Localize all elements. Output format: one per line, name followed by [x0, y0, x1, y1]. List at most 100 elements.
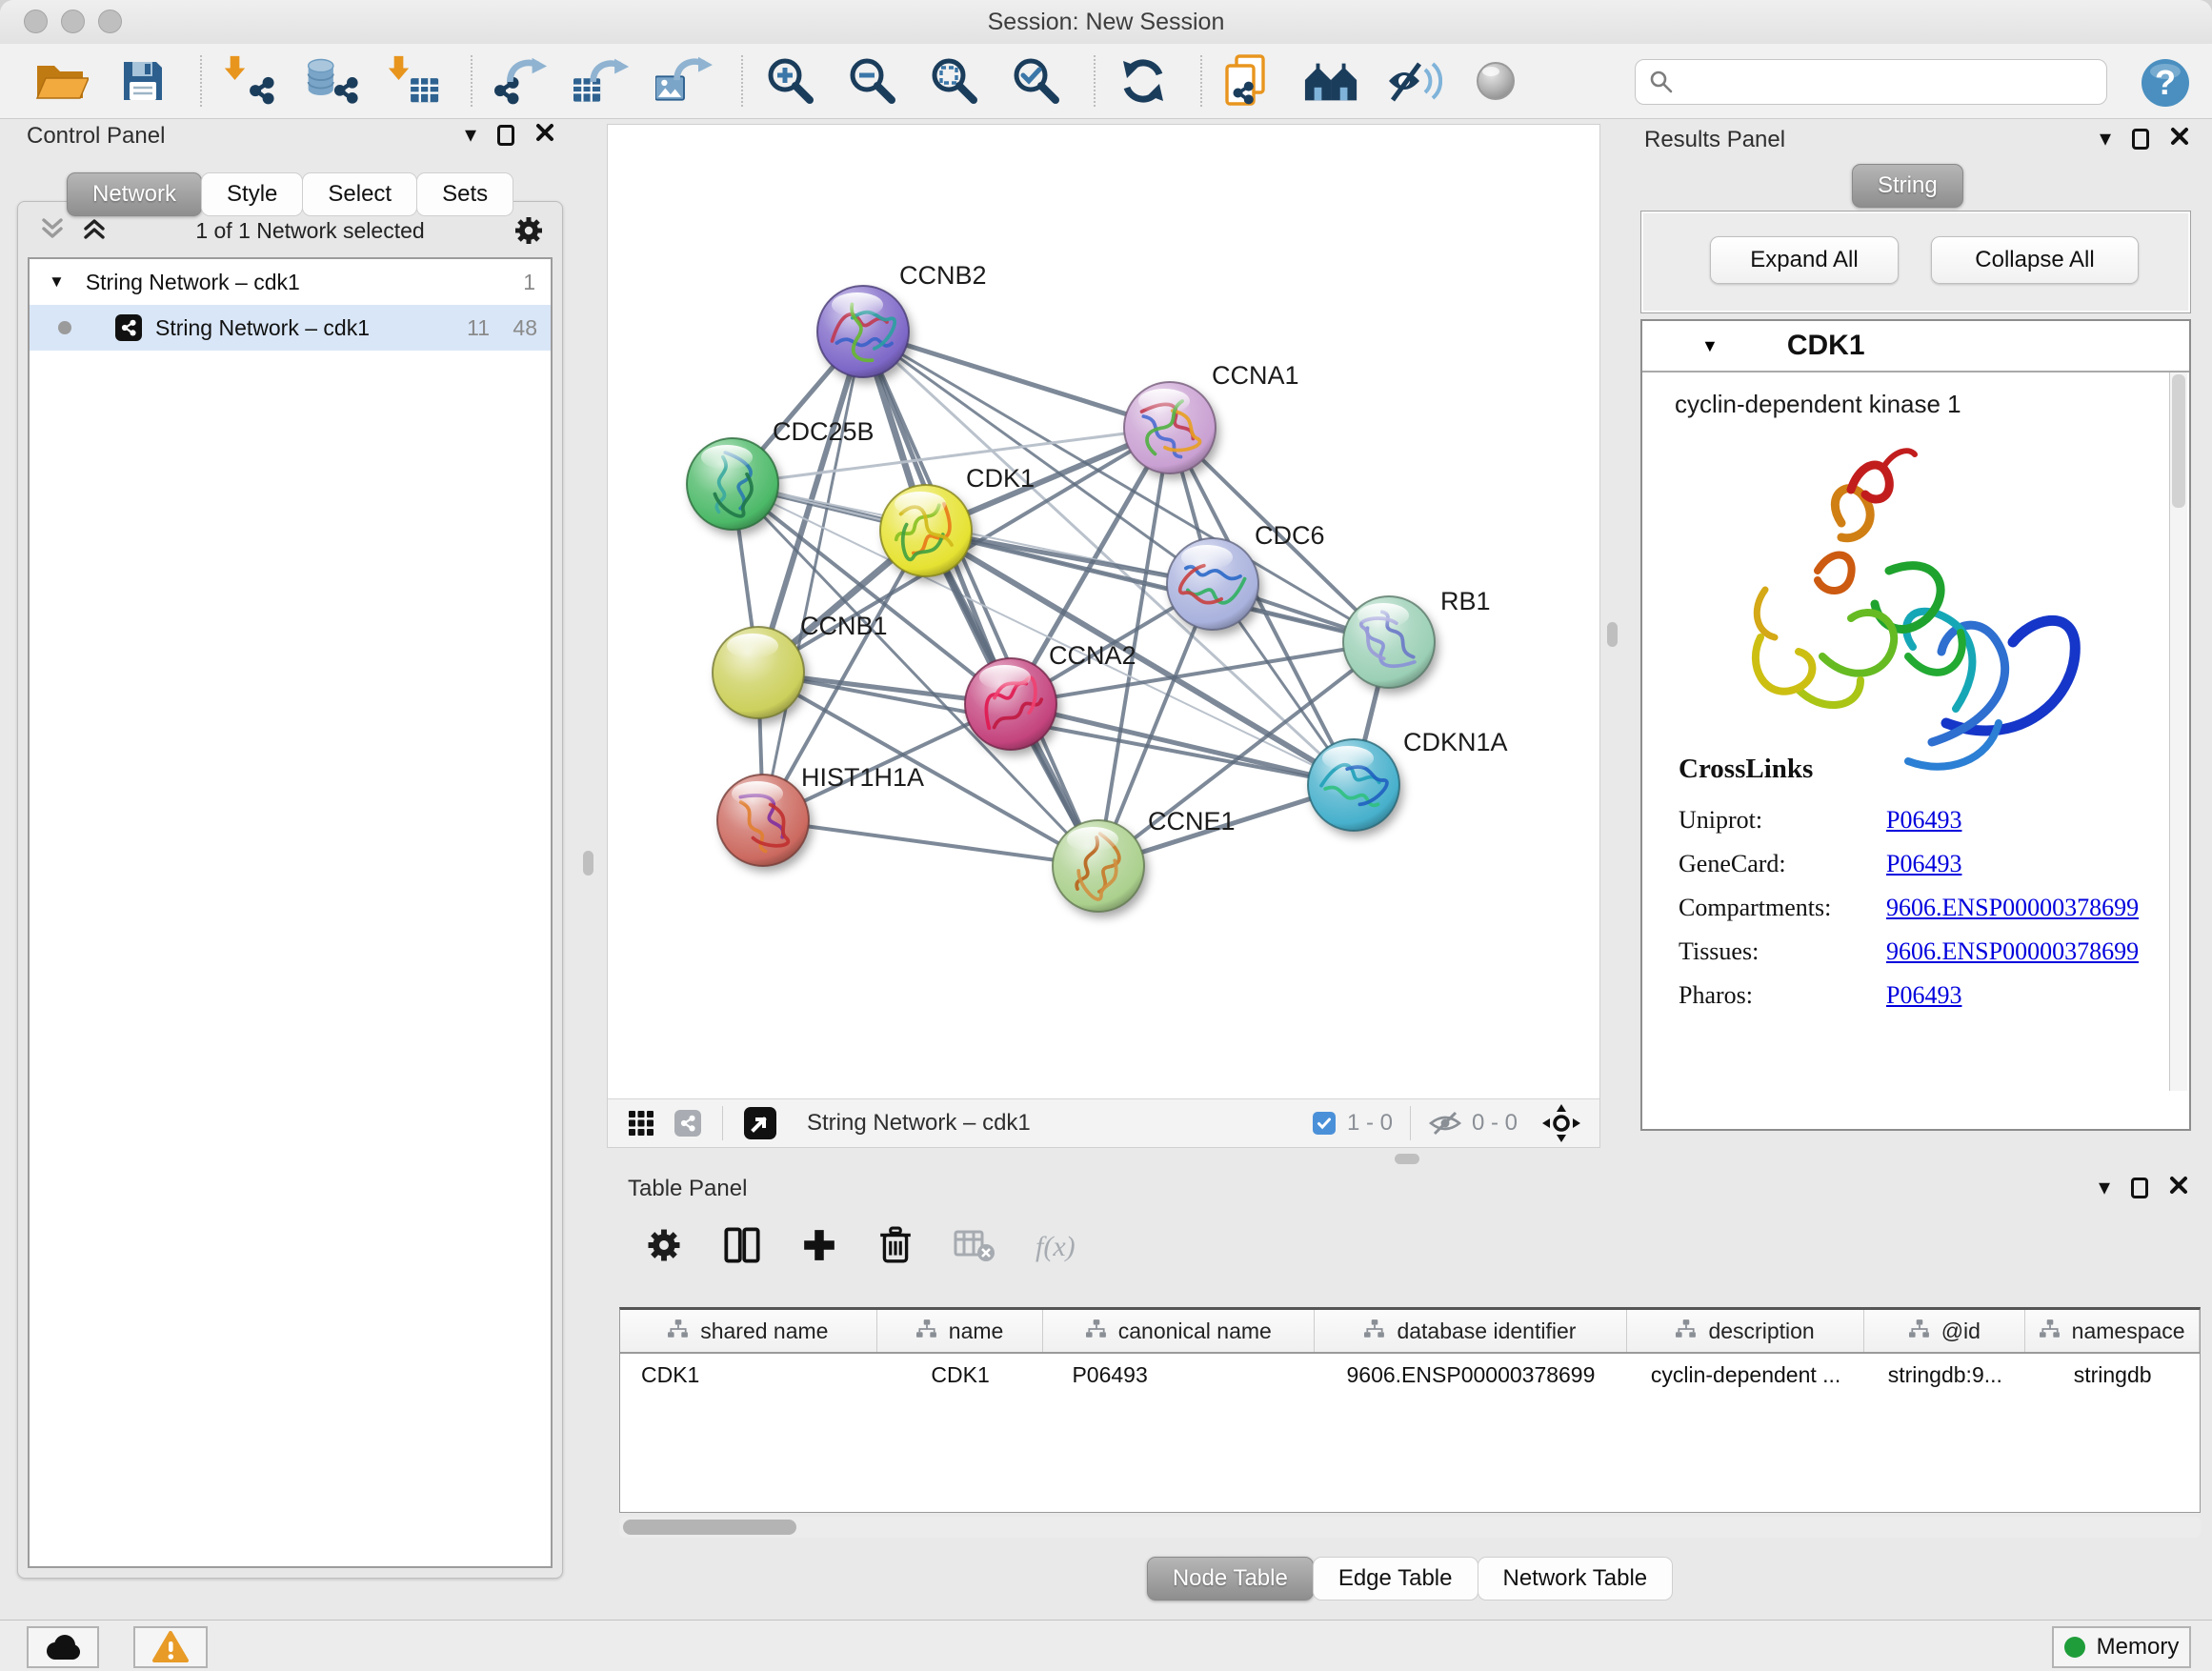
crosslink-link[interactable]: P06493 — [1886, 850, 1961, 878]
close-panel-icon[interactable] — [2170, 127, 2189, 151]
float-panel-icon[interactable] — [497, 125, 514, 146]
network-canvas[interactable]: CCNB2 CCNA1 CDC25B CDK1 CDC6 RB1 CCNB1 C… — [608, 125, 1599, 1099]
results-scrollbar[interactable] — [2169, 372, 2187, 1091]
toolbar-separator — [1200, 55, 1202, 107]
network-node-CCNB1[interactable]: CCNB1 — [713, 612, 888, 718]
zoom-fit-icon[interactable] — [926, 52, 983, 110]
tab-node-table[interactable]: Node Table — [1147, 1557, 1314, 1601]
network-options-gear-icon[interactable] — [513, 214, 545, 247]
right-splitter-handle[interactable] — [1607, 622, 1618, 647]
scrollbar-thumb[interactable] — [623, 1520, 796, 1535]
help-button[interactable]: ? — [2141, 58, 2190, 108]
crosslink-link[interactable]: P06493 — [1886, 806, 1961, 835]
collapse-all-button[interactable]: Collapse All — [1931, 236, 2139, 284]
tab-network[interactable]: Network — [67, 172, 202, 216]
column-header-id[interactable]: @id — [1864, 1310, 2025, 1352]
left-splitter-handle[interactable] — [583, 851, 593, 876]
table-horizontal-scrollbar[interactable] — [619, 1517, 2201, 1538]
tab-style[interactable]: Style — [201, 172, 303, 216]
table-toolbar: f(x) — [645, 1216, 1076, 1278]
control-panel-title: Control Panel — [27, 123, 165, 150]
collapse-all-networks-icon[interactable] — [39, 215, 66, 247]
network-share-icon[interactable] — [674, 1110, 701, 1137]
network-row[interactable]: String Network – cdk1 11 48 — [30, 305, 551, 351]
horizontal-splitter-handle[interactable] — [1395, 1154, 1419, 1164]
section-expand-icon[interactable]: ▼ — [1701, 336, 1719, 356]
tab-edge-table[interactable]: Edge Table — [1313, 1557, 1478, 1601]
tab-network-table[interactable]: Network Table — [1478, 1557, 1674, 1601]
import-network-database-icon[interactable] — [303, 52, 360, 110]
network-node-CDKN1A[interactable]: CDKN1A — [1308, 728, 1508, 831]
zoom-selected-icon[interactable] — [1008, 52, 1065, 110]
zoom-in-icon[interactable] — [762, 52, 819, 110]
network-node-HIST1H1A[interactable]: HIST1H1A — [717, 763, 924, 866]
column-header-namespace[interactable]: namespace — [2025, 1310, 2200, 1352]
zoom-out-icon[interactable] — [844, 52, 901, 110]
cloud-button[interactable] — [27, 1626, 99, 1668]
import-network-file-icon[interactable] — [221, 52, 278, 110]
grid-view-icon[interactable] — [629, 1111, 654, 1136]
tab-string[interactable]: String — [1852, 164, 1963, 208]
open-session-icon[interactable] — [32, 52, 90, 110]
network-collection-row[interactable]: ▼ String Network – cdk1 1 — [30, 259, 551, 305]
window-title: Session: New Session — [0, 9, 2212, 36]
network-list: ▼ String Network – cdk1 1 String Network… — [28, 257, 553, 1568]
panel-menu-icon[interactable]: ▾ — [2100, 128, 2111, 151]
table-settings-gear-icon[interactable] — [645, 1226, 683, 1269]
crosslink-link[interactable]: P06493 — [1886, 981, 1961, 1010]
search-field[interactable] — [1635, 59, 2107, 105]
refresh-view-icon[interactable] — [1115, 52, 1172, 110]
expand-all-networks-icon[interactable] — [81, 215, 108, 247]
crosslink-link[interactable]: 9606.ENSP00000378699 — [1886, 894, 2139, 922]
column-header-databaseidentifier[interactable]: database identifier — [1315, 1310, 1627, 1352]
expand-all-button[interactable]: Expand All — [1710, 236, 1899, 284]
float-panel-icon[interactable] — [2132, 129, 2149, 150]
panel-menu-icon[interactable]: ▾ — [2099, 1177, 2110, 1199]
crosslink-row: Tissues: 9606.ENSP00000378699 — [1679, 930, 2139, 974]
results-panel-title: Results Panel — [1644, 127, 1785, 153]
network-edge[interactable] — [863, 332, 1170, 428]
close-panel-icon[interactable] — [2169, 1176, 2188, 1199]
panel-menu-icon[interactable]: ▾ — [465, 124, 476, 147]
hide-images-icon[interactable] — [1385, 52, 1442, 110]
export-network-icon[interactable] — [492, 52, 549, 110]
save-session-icon[interactable] — [114, 52, 171, 110]
column-header-canonicalname[interactable]: canonical name — [1043, 1310, 1315, 1352]
tab-select[interactable]: Select — [302, 172, 417, 216]
show-columns-icon[interactable] — [723, 1226, 761, 1269]
float-panel-icon[interactable] — [2131, 1178, 2148, 1198]
network-edge[interactable] — [1011, 704, 1354, 785]
selected-count: 1 - 0 — [1347, 1110, 1393, 1137]
column-header-description[interactable]: description — [1627, 1310, 1865, 1352]
search-input[interactable] — [1683, 69, 2099, 95]
node-section-header[interactable]: ▼ CDK1 — [1642, 321, 2189, 372]
network-edge[interactable] — [763, 820, 1098, 866]
node-label: CDKN1A — [1403, 728, 1508, 756]
import-table-icon[interactable] — [385, 52, 442, 110]
delete-column-trash-icon[interactable] — [877, 1226, 914, 1269]
warnings-button[interactable] — [133, 1626, 208, 1668]
table-row[interactable]: CDK1CDK1P064939606.ENSP00000378699cyclin… — [620, 1354, 2200, 1396]
close-panel-icon[interactable] — [535, 123, 554, 147]
tab-sets[interactable]: Sets — [416, 172, 513, 216]
gene-name: CDK1 — [1787, 330, 1865, 362]
add-column-icon[interactable] — [801, 1227, 837, 1268]
string-home-icon[interactable] — [1303, 52, 1360, 110]
column-header-name[interactable]: name — [877, 1310, 1044, 1352]
export-table-icon[interactable] — [573, 52, 631, 110]
birds-eye-view-icon[interactable] — [744, 1107, 776, 1139]
new-network-from-selection-icon[interactable] — [1221, 52, 1278, 110]
memory-button[interactable]: Memory — [2052, 1626, 2191, 1668]
pan-crosshair-icon[interactable] — [1542, 1104, 1580, 1142]
crosslink-link[interactable]: 9606.ENSP00000378699 — [1886, 937, 2139, 966]
network-node-RB1[interactable]: RB1 — [1343, 587, 1491, 688]
export-image-icon[interactable] — [655, 52, 713, 110]
inspector-ball-icon[interactable] — [1467, 52, 1524, 110]
node-table: shared namenamecanonical namedatabase id… — [619, 1307, 2201, 1397]
network-node-CCNA1[interactable]: CCNA1 — [1124, 361, 1299, 473]
column-header-sharedname[interactable]: shared name — [620, 1310, 877, 1352]
network-view[interactable]: CCNB2 CCNA1 CDC25B CDK1 CDC6 RB1 CCNB1 C… — [607, 124, 1600, 1148]
selected-checkbox-icon[interactable] — [1313, 1112, 1336, 1135]
hidden-eye-slash-icon[interactable] — [1428, 1111, 1462, 1136]
collection-expand-icon[interactable]: ▼ — [49, 272, 65, 292]
